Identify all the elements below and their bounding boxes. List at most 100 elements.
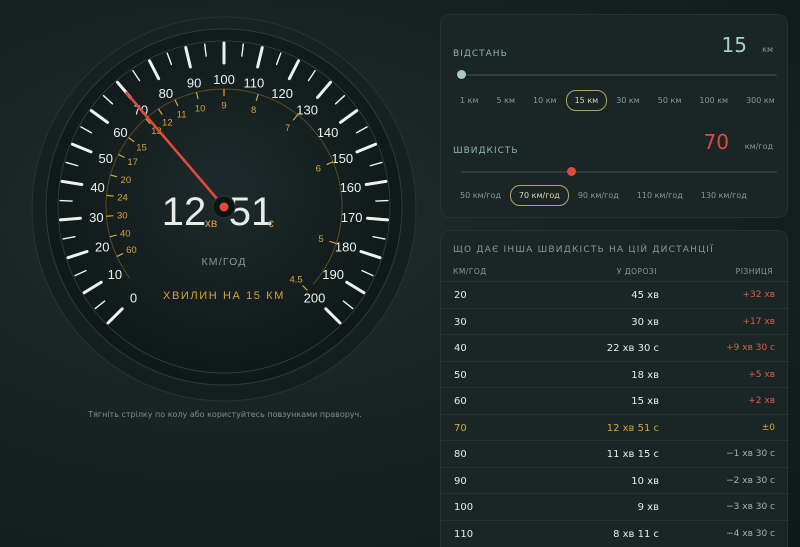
speed-tick-label: 180 xyxy=(335,240,357,255)
speed-tick-label: 60 xyxy=(113,125,127,140)
speed-slider[interactable] xyxy=(461,171,777,173)
speed-major-tick xyxy=(366,216,389,222)
speed-value: 70 xyxy=(703,130,729,154)
row-speed: 80 xyxy=(454,449,467,460)
table-row: 100 9 хв −3 хв 30 с xyxy=(441,493,789,519)
table-row: 40 22 хв 30 с +9 хв 30 с xyxy=(441,334,789,360)
row-difference: +9 хв 30 с xyxy=(726,343,775,353)
speed-preset-chip[interactable]: 90 км/год xyxy=(569,185,628,206)
speed-tick-label: 150 xyxy=(331,151,353,166)
minutes-tick-label: 24 xyxy=(117,193,128,204)
speedometer[interactable]: 0102030405060708090100110120130140150160… xyxy=(0,0,440,547)
gauge-caption: ХВИЛИН НА 15 КМ xyxy=(163,290,285,302)
speed-preset-chip[interactable]: 110 км/год xyxy=(628,185,692,206)
distance-unit: км xyxy=(762,45,773,54)
speed-tick-label: 110 xyxy=(244,76,265,91)
minutes-tick-label: 6 xyxy=(316,163,321,174)
table-row: 110 8 хв 11 с −4 хв 30 с xyxy=(441,519,789,546)
minutes-tick xyxy=(106,215,114,217)
table-row: 90 10 хв −2 хв 30 с xyxy=(441,466,789,493)
col-time-header: У ДОРОЗІ xyxy=(616,267,657,276)
minutes-tick-label: 40 xyxy=(120,228,131,239)
minutes-tick-label: 60 xyxy=(126,245,137,256)
gauge-hint: Тягніть стрілку по колу або користуйтесь… xyxy=(88,410,362,419)
row-speed: 70 xyxy=(454,422,467,434)
row-difference: +17 хв xyxy=(742,316,775,327)
comparison-title: ЩО ДАЄ ІНША ШВИДКІСТЬ НА ЦІЙ ДИСТАНЦІЇ xyxy=(453,245,714,255)
row-difference: ±0 xyxy=(761,422,775,433)
speed-tick-label: 40 xyxy=(90,180,104,195)
speed-preset-chip[interactable]: 130 км/год xyxy=(692,185,756,206)
minutes-tick-label: 8 xyxy=(251,105,256,116)
speed-label: ШВИДКІСТЬ xyxy=(453,146,519,156)
minutes-tick-label: 10 xyxy=(195,103,206,114)
speed-unit-label: КМ/ГОД xyxy=(201,256,246,268)
seconds-unit: с xyxy=(268,216,274,230)
speedometer-dial[interactable]: 0102030405060708090100110120130140150160… xyxy=(0,0,440,547)
row-travel-time: 45 хв xyxy=(631,290,659,301)
distance-value: 15 xyxy=(721,33,747,57)
comparison-panel: ЩО ДАЄ ІНША ШВИДКІСТЬ НА ЦІЙ ДИСТАНЦІЇ К… xyxy=(440,230,789,547)
table-row: 80 11 хв 15 с −1 хв 30 с xyxy=(441,440,789,466)
row-difference: −3 хв 30 с xyxy=(726,502,775,512)
minutes-tick xyxy=(106,194,114,197)
distance-preset-chip[interactable]: 1 км xyxy=(451,90,488,111)
row-speed: 40 xyxy=(454,343,467,354)
distance-preset-chip[interactable]: 100 км xyxy=(690,90,737,111)
table-row: 30 30 хв +17 хв xyxy=(441,307,789,334)
row-difference: −1 хв 30 с xyxy=(726,449,775,459)
needle-hub-dot xyxy=(219,202,229,212)
speed-preset-chip[interactable]: 70 км/год xyxy=(509,185,569,206)
speed-tick-label: 50 xyxy=(99,151,113,166)
minutes-tick-label: 20 xyxy=(121,175,132,186)
distance-slider-handle[interactable] xyxy=(456,70,466,79)
time-minutes: 12 xyxy=(162,190,207,234)
distance-preset-chip[interactable]: 300 км xyxy=(737,90,784,111)
speed-tick-label: 190 xyxy=(322,267,344,282)
minutes-tick-label: 17 xyxy=(127,157,138,168)
minutes-tick-label: 5 xyxy=(318,234,323,245)
row-speed: 100 xyxy=(454,502,474,513)
distance-preset-chip[interactable]: 5 км xyxy=(488,90,525,111)
speed-slider-handle[interactable] xyxy=(567,167,577,176)
minutes-tick-label: 30 xyxy=(117,211,128,222)
row-speed: 30 xyxy=(454,316,467,328)
distance-slider[interactable] xyxy=(461,74,777,76)
speed-tick-label: 10 xyxy=(108,267,122,282)
row-speed: 60 xyxy=(454,396,467,407)
distance-preset-chip[interactable]: 15 км xyxy=(565,90,608,111)
row-speed: 90 xyxy=(454,475,467,487)
speed-tick-label: 30 xyxy=(89,210,103,225)
speed-tick-label: 100 xyxy=(213,72,235,87)
col-speed-header: КМ/ГОД xyxy=(453,267,487,276)
row-difference: −4 хв 30 с xyxy=(726,528,775,539)
row-travel-time: 30 хв xyxy=(631,316,659,328)
speed-tick-label: 130 xyxy=(296,103,318,118)
row-travel-time: 22 хв 30 с xyxy=(606,343,659,354)
row-travel-time: 11 хв 15 с xyxy=(606,449,659,460)
row-difference: +32 хв xyxy=(742,290,775,300)
distance-presets: 1 км 5 км 10 км 15 км 30 км 50 км 100 км 300 км xyxy=(451,90,784,111)
distance-preset-chip[interactable]: 50 км xyxy=(649,90,691,111)
row-travel-time: 15 хв xyxy=(631,396,659,407)
row-travel-time: 9 хв xyxy=(637,502,659,513)
row-travel-time: 10 хв xyxy=(631,475,659,487)
minutes-tick-label: 15 xyxy=(136,143,147,154)
minutes-unit: хв xyxy=(205,216,217,230)
speed-unit: км/год xyxy=(744,142,773,151)
speed-tick-label: 90 xyxy=(187,76,201,91)
table-row: 70 12 хв 51 с ±0 xyxy=(441,413,789,440)
speed-tick-label: 20 xyxy=(95,240,109,255)
row-travel-time: 12 хв 51 с xyxy=(606,422,659,434)
col-diff-header: РІЗНИЦЯ xyxy=(735,267,773,276)
speed-preset-chip[interactable]: 50 км/год xyxy=(451,185,510,206)
time-seconds: 51 xyxy=(229,190,274,234)
table-row: 60 15 хв +2 хв xyxy=(441,387,789,413)
speed-tick-label: 200 xyxy=(304,291,326,306)
minutes-tick-label: 9 xyxy=(221,101,226,112)
minutes-tick-label: 12 xyxy=(162,118,173,129)
distance-preset-chip[interactable]: 10 км xyxy=(524,90,566,111)
distance-preset-chip[interactable]: 30 км xyxy=(607,90,649,111)
row-travel-time: 18 хв xyxy=(631,369,659,381)
table-row: 50 18 хв +5 хв xyxy=(441,360,789,387)
